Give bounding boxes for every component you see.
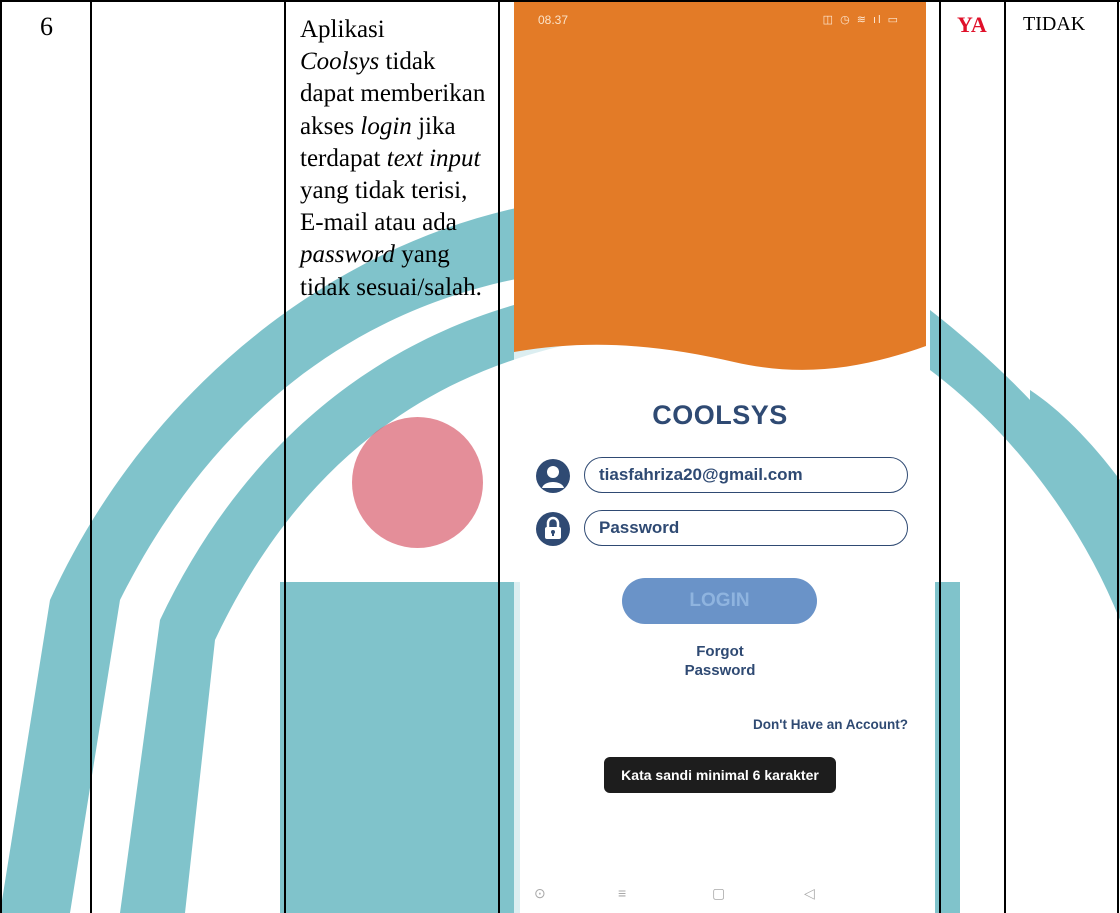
login-button[interactable]: LOGIN xyxy=(622,578,817,624)
result-yes: YA xyxy=(957,12,987,37)
status-bar: 08.37 ◫ ◷ ≋ ıl ▭ xyxy=(514,0,926,40)
row-number: 6 xyxy=(40,12,53,41)
status-icons: ◫ ◷ ≋ ıl ▭ xyxy=(822,14,900,26)
email-value: tiasfahriza20@gmail.com xyxy=(599,465,803,484)
signup-link[interactable]: Don't Have an Account? xyxy=(753,717,908,732)
system-nav-bar: ⊙ ≡ ▢ ◁ xyxy=(514,880,926,910)
lock-icon xyxy=(536,512,570,546)
desc-text: yang tidak terisi, E-mail atau ada xyxy=(300,177,468,237)
desc-password: password xyxy=(300,241,395,269)
desc-text: Aplikasi xyxy=(300,16,385,43)
test-description: Aplikasi Coolsys tidak dapat memberikan a… xyxy=(300,14,490,304)
phone-screenshot: 08.37 ◫ ◷ ≋ ıl ▭ COOLSYS tiasfahriza20@g… xyxy=(514,0,926,913)
home-icon[interactable]: ▢ xyxy=(712,885,725,902)
toast-message: Kata sandi minimal 6 karakter xyxy=(604,757,836,793)
forgot-password-link[interactable]: Forgot Password xyxy=(514,642,926,680)
user-icon xyxy=(536,459,570,493)
forgot-line-2: Password xyxy=(684,662,756,679)
orange-header xyxy=(514,0,926,370)
password-placeholder: Password xyxy=(599,518,680,537)
menu-icon[interactable]: ≡ xyxy=(618,885,626,901)
recent-apps-icon[interactable]: ⊙ xyxy=(534,885,546,902)
email-field[interactable]: tiasfahriza20@gmail.com xyxy=(584,457,908,493)
red-marker xyxy=(352,417,483,548)
status-time: 08.37 xyxy=(538,13,569,27)
result-no: TIDAK xyxy=(1023,13,1086,35)
desc-app-name: Coolsys xyxy=(300,48,380,76)
password-field[interactable]: Password xyxy=(584,510,908,546)
app-title: COOLSYS xyxy=(652,400,788,430)
forgot-line-1: Forgot xyxy=(696,643,744,660)
desc-text-input: text input xyxy=(386,144,481,172)
back-icon[interactable]: ◁ xyxy=(804,885,815,902)
desc-login: login xyxy=(360,112,412,140)
